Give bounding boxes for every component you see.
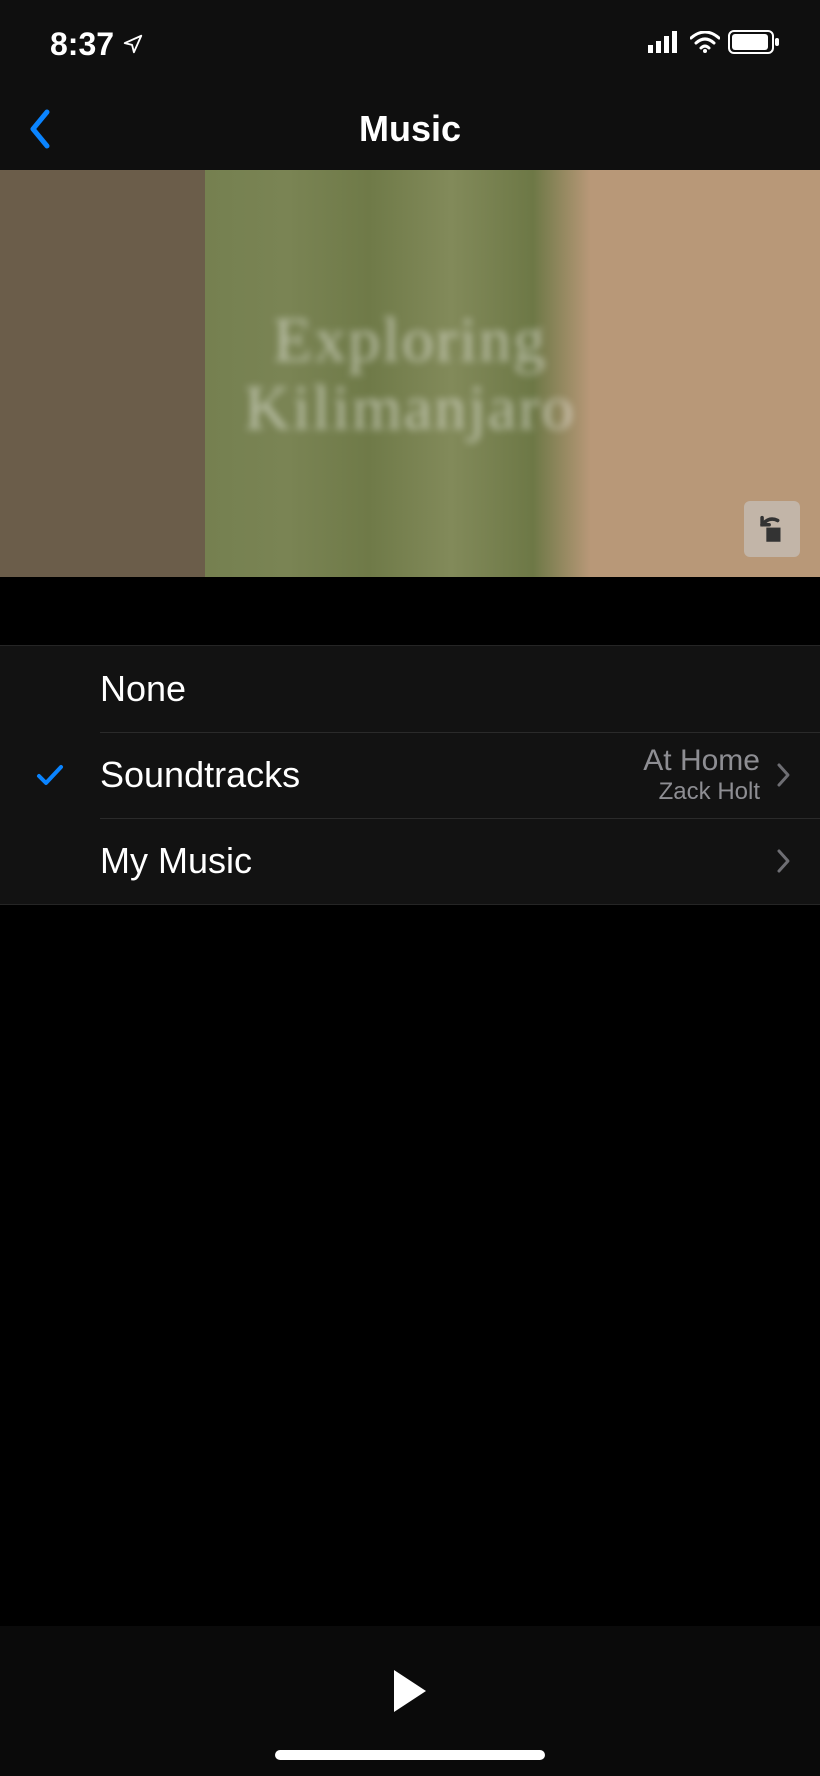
soundtrack-artist: Zack Holt xyxy=(643,778,760,806)
cellular-signal-icon xyxy=(648,31,682,58)
back-button[interactable] xyxy=(16,105,64,153)
status-left: 8:37 xyxy=(50,26,144,63)
video-preview[interactable]: Exploring Kilimanjaro xyxy=(0,170,820,577)
list-item-my-music[interactable]: My Music xyxy=(0,818,820,904)
chevron-right-icon xyxy=(776,760,796,790)
bottom-toolbar xyxy=(0,1626,820,1776)
home-indicator[interactable] xyxy=(275,1750,545,1760)
list-item-label: None xyxy=(100,668,796,710)
battery-icon xyxy=(728,30,780,59)
page-title: Music xyxy=(359,108,461,150)
undo-icon xyxy=(755,512,789,546)
preview-overlay-text: Exploring Kilimanjaro xyxy=(244,306,575,440)
soundtrack-title: At Home xyxy=(643,744,760,779)
undo-button[interactable] xyxy=(744,501,800,557)
status-right xyxy=(648,30,780,59)
nav-bar: Music xyxy=(0,88,820,170)
play-icon xyxy=(390,1668,430,1714)
status-time: 8:37 xyxy=(50,26,114,63)
list-item-detail: At Home Zack Holt xyxy=(643,744,760,806)
status-bar: 8:37 xyxy=(0,0,820,88)
check-icon xyxy=(34,759,66,791)
play-button[interactable] xyxy=(380,1661,440,1721)
music-options-list: None Soundtracks At Home Zack Holt My Mu… xyxy=(0,645,820,905)
list-item-soundtracks[interactable]: Soundtracks At Home Zack Holt xyxy=(0,732,820,818)
list-item-label: Soundtracks xyxy=(100,754,643,796)
chevron-left-icon xyxy=(27,108,53,150)
wifi-icon xyxy=(690,31,720,58)
list-item-none[interactable]: None xyxy=(0,646,820,732)
location-arrow-icon xyxy=(122,26,144,63)
list-item-label: My Music xyxy=(100,840,776,882)
chevron-right-icon xyxy=(776,846,796,876)
